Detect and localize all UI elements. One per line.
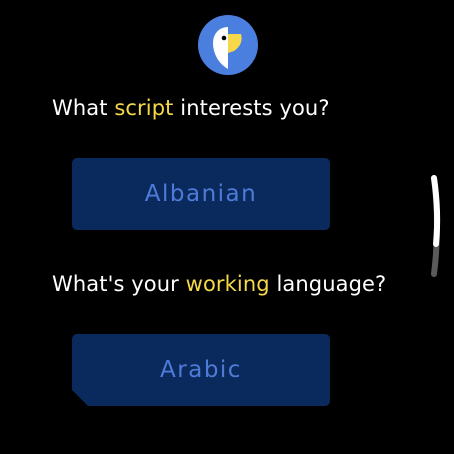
working-language-question-text-before: What's your — [52, 272, 186, 296]
working-language-question: What's your working language? — [52, 272, 386, 296]
script-select-button[interactable]: Albanian — [72, 158, 330, 230]
script-question-highlight: script — [114, 96, 174, 120]
working-language-select-label: Arabic — [160, 357, 242, 383]
working-language-question-text-after: language? — [269, 272, 387, 296]
scroll-indicator[interactable] — [428, 170, 448, 282]
working-language-select-button[interactable]: Arabic — [72, 334, 330, 406]
script-question-text-after: interests you? — [173, 96, 330, 120]
script-question: What script interests you? — [52, 96, 330, 120]
working-language-question-highlight: working — [185, 272, 270, 296]
parrot-logo-icon — [198, 15, 258, 75]
script-select-label: Albanian — [144, 181, 258, 207]
scroll-thumb[interactable] — [431, 175, 441, 247]
language-setup-screen: What script interests you? Albanian What… — [0, 0, 454, 454]
script-question-text-before: What — [52, 96, 115, 120]
